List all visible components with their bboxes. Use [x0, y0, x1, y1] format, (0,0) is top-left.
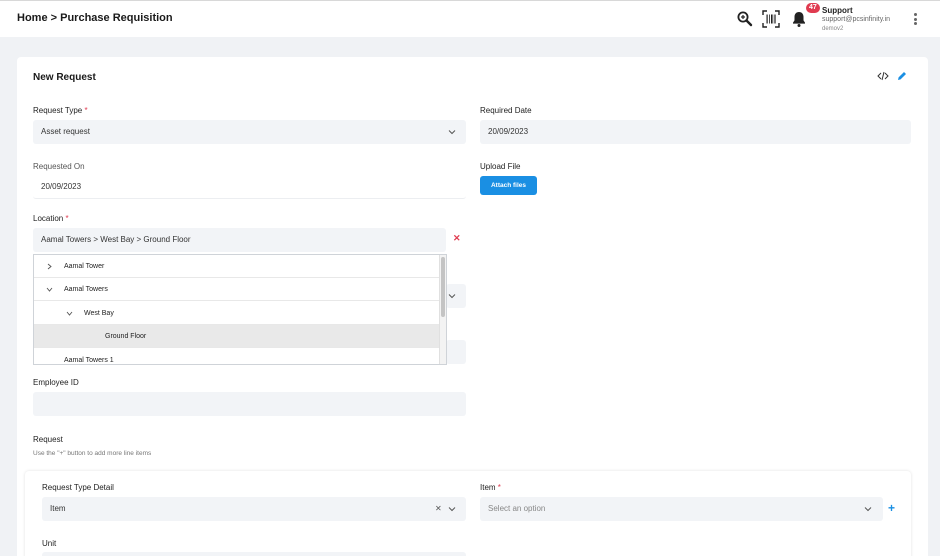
chevron-down-icon [448, 507, 456, 512]
obscured-input[interactable] [446, 340, 466, 364]
required-date-label: Required Date [480, 106, 532, 115]
request-type-detail-label: Request Type Detail [42, 483, 114, 492]
required-date-input[interactable]: 20/09/2023 [480, 120, 911, 144]
location-select[interactable]: Aamal Towers > West Bay > Ground Floor [33, 228, 446, 252]
chevron-down-icon [448, 294, 456, 299]
edit-pencil-icon[interactable] [896, 69, 908, 81]
notification-count-badge: 47 [806, 3, 820, 13]
chevron-right-icon[interactable] [46, 263, 53, 270]
tree-item-aamal-towers-1[interactable]: Aamal Towers 1 [34, 349, 440, 364]
breadcrumb-current: Purchase Requisition [60, 12, 173, 24]
requested-on-value: 20/09/2023 [41, 182, 82, 191]
user-email: support@pcsinfinity.in [822, 16, 891, 23]
requested-on-input: 20/09/2023 [33, 175, 466, 199]
clear-selection-icon[interactable]: ✕ [435, 497, 442, 521]
chevron-down-icon [448, 130, 456, 135]
location-value: Aamal Towers > West Bay > Ground Floor [41, 235, 191, 244]
page-title: New Request [33, 72, 96, 83]
breadcrumb: Home > Purchase Requisition [17, 12, 173, 24]
request-type-select[interactable]: Asset request [33, 120, 466, 144]
breadcrumb-separator: > [50, 12, 58, 24]
barcode-scan-icon[interactable] [762, 10, 780, 28]
tenant-name: demov2 [822, 26, 844, 32]
unit-label: Unit [42, 539, 57, 548]
tree-item-west-bay[interactable]: West Bay [34, 302, 440, 325]
more-options-icon[interactable] [912, 13, 918, 27]
request-section-title: Request [33, 435, 63, 444]
dropdown-scrollbar[interactable] [439, 255, 446, 364]
tree-item-ground-floor[interactable]: Ground Floor [34, 325, 440, 348]
request-type-value: Asset request [41, 127, 90, 136]
breadcrumb-home[interactable]: Home [17, 12, 48, 24]
add-line-item-button[interactable]: + [888, 501, 895, 515]
required-date-value: 20/09/2023 [488, 127, 529, 136]
user-name[interactable]: Support [822, 6, 853, 15]
clear-location-icon[interactable]: ✕ [453, 233, 461, 244]
attach-files-button[interactable]: Attach files [480, 176, 537, 195]
employee-id-label: Employee ID [33, 378, 79, 387]
requested-on-label: Requested On [33, 162, 85, 171]
code-view-icon[interactable] [877, 69, 889, 81]
scrollbar-thumb[interactable] [441, 257, 445, 317]
request-type-detail-value: Item [50, 504, 66, 513]
bell-icon[interactable] [790, 10, 808, 28]
item-select[interactable]: Select an option [480, 497, 883, 521]
tree-item-aamal-towers[interactable]: Aamal Towers [34, 278, 440, 301]
obscured-select[interactable] [446, 284, 466, 308]
request-type-detail-select[interactable]: Item ✕ [42, 497, 466, 521]
unit-input[interactable] [42, 552, 466, 556]
chevron-down-icon[interactable] [46, 286, 53, 293]
search-zoom-icon[interactable] [736, 10, 754, 28]
request-type-label: Request Type * [33, 106, 88, 115]
tree-item-aamal-tower[interactable]: Aamal Tower [34, 255, 440, 278]
upload-file-label: Upload File [480, 162, 521, 171]
line-item-card: Request Type Detail Item ✕ Item * Select… [25, 471, 911, 556]
item-placeholder: Select an option [488, 504, 546, 513]
employee-id-input[interactable] [33, 392, 466, 416]
line-items-hint: Use the "+" button to add more line item… [33, 450, 152, 457]
top-bar: Home > Purchase Requisition 47 Support s… [0, 0, 940, 37]
item-label: Item * [480, 483, 501, 492]
chevron-down-icon [864, 507, 872, 512]
chevron-down-icon[interactable] [66, 310, 73, 317]
location-label: Location * [33, 214, 69, 223]
location-tree-dropdown: Aamal Tower Aamal Towers West Bay Ground… [33, 254, 447, 365]
